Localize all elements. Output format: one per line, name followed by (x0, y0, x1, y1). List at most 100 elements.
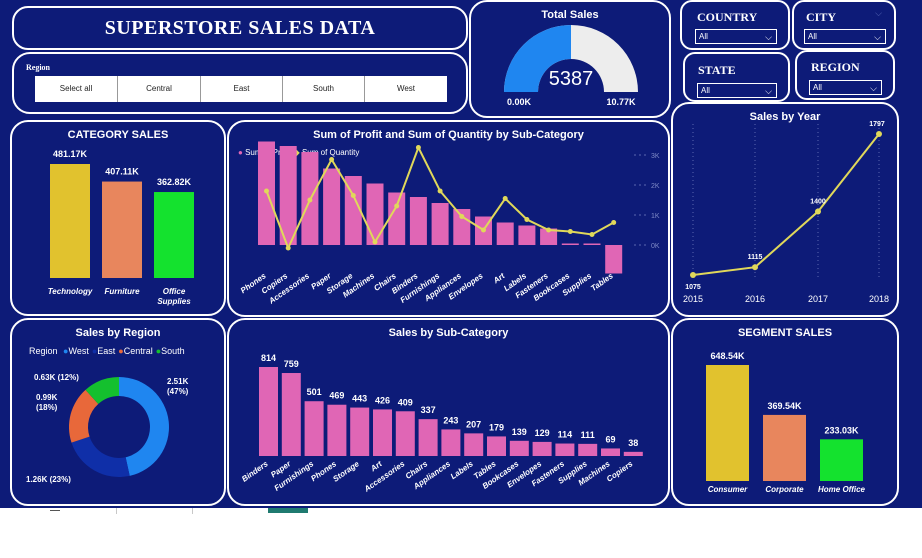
quantity-point-machines (372, 239, 378, 245)
page-title: SUPERSTORE SALES DATA (104, 17, 376, 39)
subcategory-axis-label: Accessories (362, 459, 407, 494)
city-dropdown[interactable]: All ⌵ (804, 29, 886, 44)
category-bar-office-supplies (154, 192, 194, 278)
country-filter-card: COUNTRY All ⌵ (680, 0, 790, 50)
sales-year-point-2017 (815, 208, 821, 215)
city-filter-card: CITY ⌵ All ⌵ (792, 0, 896, 50)
category-axis-label: Supplies (157, 297, 191, 306)
gauge-min: 0.00K (507, 97, 532, 107)
city-filter-chevron-icon[interactable]: ⌵ (875, 8, 882, 19)
state-dropdown-value: All (701, 86, 710, 95)
profit-bar-chairs (388, 192, 406, 245)
sales-by-region-chart: 2.51K(47%) 1.26K (23%) 0.99K(18%) 0.63K (12… (26, 373, 189, 484)
category-bar-technology (50, 164, 90, 278)
quantity-point-bookcases (567, 229, 573, 234)
sales-year-value-label: 1115 (748, 254, 763, 261)
subcategory-sales-bar-fasteners (555, 443, 575, 456)
subcategory-sales-value: 69 (605, 434, 615, 444)
quantity-point-paper (329, 157, 335, 162)
region-slice-label: 0.99K (36, 393, 58, 402)
y-tick-label: 1K (651, 213, 660, 220)
subcategory-sales-value: 759 (284, 359, 299, 369)
region-dropdown[interactable]: All ⌵ (809, 80, 882, 95)
dashboard-canvas: SUPERSTORE SALES DATA Region Select all … (0, 0, 922, 508)
subcategory-sales-bar-labels (464, 433, 484, 456)
subcategory-axis-label: Labels (449, 459, 475, 481)
profit-bar-tables (605, 245, 623, 274)
category-value-label: 362.82K (157, 177, 192, 187)
category-axis-label: Furniture (104, 287, 140, 296)
sales-year-value-label: 1400 (810, 199, 826, 206)
region-slicer-buttons: Select all Central East South West (35, 76, 447, 102)
quantity-point-storage (350, 193, 356, 198)
sales-by-region-card: Sales by Region Region ●West ●East ●Centra… (10, 318, 226, 506)
chevron-down-icon: ⌵ (870, 83, 877, 93)
segment-sales-card: SEGMENT SALES 648.54K Consumer 369.54K Corp… (671, 318, 899, 506)
subcategory-sales-bar-binders (259, 367, 278, 456)
category-value-label: 481.17K (53, 149, 88, 159)
region-filter-card: REGION All ⌵ (795, 50, 895, 100)
category-axis-label: Office (163, 287, 186, 296)
category-sales-card: CATEGORY SALES 481.17K Technology 407.11K F… (10, 120, 226, 316)
subcategory-sales-bar-furnishings (304, 401, 324, 456)
subcategory-sales-bar-art (373, 409, 392, 456)
year-axis-label: 2015 (683, 294, 703, 304)
region-option-central[interactable]: Central (118, 76, 201, 102)
subcategory-sales-bar-supplies (578, 443, 598, 456)
quantity-point-furnishings (437, 188, 443, 194)
gauge-max: 10.77K (606, 97, 636, 107)
region-slice-label: 0.63K (12%) (34, 373, 79, 382)
chevron-down-icon: ⌵ (765, 32, 772, 42)
subcategory-sales-bar-accessories (395, 411, 415, 456)
tab-icon (50, 510, 60, 511)
bottom-tab-strip (0, 508, 922, 558)
y-tick-label: 0K (651, 243, 660, 250)
region-slice-label: (18%) (36, 403, 58, 412)
region-option-south[interactable]: South (283, 76, 365, 102)
region-option-west[interactable]: West (365, 76, 447, 102)
chevron-down-icon: ⌵ (765, 86, 772, 96)
quantity-point-tables (611, 220, 617, 225)
subcategory-sales-value: 114 (558, 430, 573, 440)
segment-value-label: 233.03K (824, 425, 859, 435)
segment-bar-corporate (763, 414, 806, 481)
subcategory-sales-value: 207 (466, 419, 481, 429)
region-option-select-all[interactable]: Select all (35, 76, 118, 102)
state-filter-card: STATE All ⌵ (683, 52, 790, 102)
profit-bar-paper (323, 168, 341, 245)
y-tick-label: 3K (651, 153, 660, 160)
region-slicer: Region Select all Central East South Wes… (12, 52, 468, 114)
year-axis-label: 2017 (808, 294, 828, 304)
category-value-label: 407.11K (105, 167, 139, 177)
profit-bar-labels (518, 225, 536, 245)
segment-bar-consumer (706, 365, 749, 481)
sales-year-value-label: 1075 (685, 284, 701, 291)
country-filter-label: COUNTRY (697, 10, 758, 24)
subcategory-axis-label: Copiers (605, 459, 635, 484)
category-sales-chart: 481.17K Technology 407.11K Furniture 362.82K… (48, 149, 194, 306)
subcategory-sales-value: 501 (307, 387, 322, 397)
state-dropdown[interactable]: All ⌵ (697, 83, 777, 98)
y-tick-label: 2K (651, 183, 660, 190)
city-filter-label: CITY (806, 10, 837, 24)
subcategory-axis-label: Art (368, 459, 384, 474)
subcategory-sales-value: 129 (535, 428, 550, 438)
subcategory-sales-value: 443 (352, 394, 367, 404)
subcategory-axis-label: Binders (240, 459, 270, 484)
country-dropdown[interactable]: All ⌵ (695, 29, 777, 44)
active-tab-indicator[interactable] (268, 508, 308, 513)
subcategory-sales-value: 38 (628, 438, 638, 448)
quantity-point-chairs (394, 203, 400, 209)
quantity-point-supplies (589, 232, 595, 237)
subcategory-sales-bar-phones (327, 404, 347, 456)
segment-axis-label: Home Office (818, 485, 866, 494)
subcategory-sales-bar-bookcases (509, 440, 529, 456)
total-sales-card: Total Sales 5387 0.00K 10.77K (469, 0, 671, 118)
region-filter-label: REGION (811, 60, 860, 74)
region-option-east[interactable]: East (201, 76, 283, 102)
title-card: SUPERSTORE SALES DATA (12, 6, 468, 50)
profit-bar-supplies (583, 243, 601, 245)
quantity-point-fasteners (546, 227, 552, 233)
sales-year-line (692, 133, 880, 276)
subcategory-axis-label: Storage (331, 459, 361, 484)
